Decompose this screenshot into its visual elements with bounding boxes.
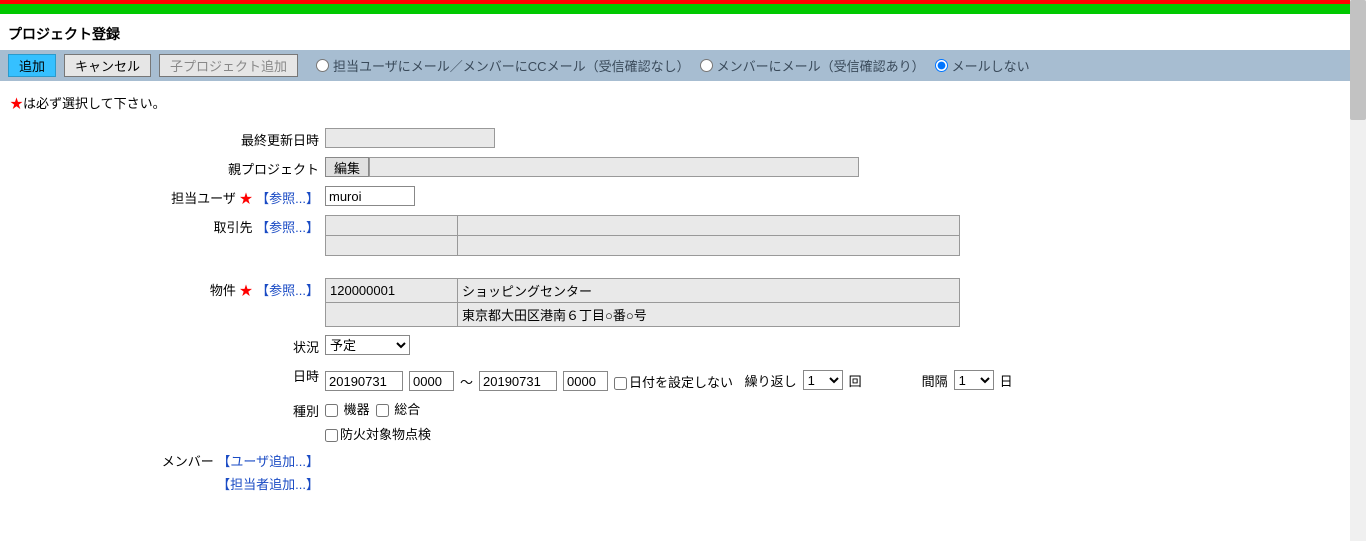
cancel-button[interactable]: キャンセル — [64, 54, 151, 77]
datetime-line1: ～ 日付を設定しない — [325, 371, 733, 391]
type-label-2: 防火対象物点検 — [340, 427, 431, 442]
label-property: 物件 — [210, 283, 236, 298]
type-2[interactable]: 防火対象物点検 — [325, 427, 431, 442]
date-not-set-text: 日付を設定しない — [629, 375, 733, 390]
label-client: 取引先 — [214, 220, 253, 235]
property-name: ショッピングセンター — [458, 279, 960, 303]
label-interval: 間隔 — [868, 371, 948, 390]
page-title: プロジェクト登録 — [0, 14, 1366, 50]
mail-option-0[interactable]: 担当ユーザにメール／メンバーにCCメール（受信確認なし） — [310, 56, 690, 75]
last-update-value — [325, 128, 495, 148]
date-not-set-checkbox[interactable] — [614, 377, 627, 390]
mail-label-1: メンバーにメール（受信確認あり） — [717, 56, 925, 75]
row-property: 物件 ★ 【参照...】 120000001ショッピングセンター 東京都大田区港… — [0, 274, 1366, 331]
property-required: ★ — [240, 283, 253, 298]
type-0[interactable]: 機器 — [325, 399, 370, 418]
label-repeat: 繰り返し — [737, 371, 797, 390]
interval-select[interactable]: 1 — [954, 370, 994, 390]
client-name — [458, 216, 960, 236]
date-from-input[interactable] — [325, 371, 403, 391]
label-last-update: 最終更新日時 — [241, 133, 319, 148]
label-parent-project: 親プロジェクト — [228, 162, 319, 177]
row-client: 取引先 【参照...】 — [0, 211, 1366, 260]
type-label-1: 総合 — [394, 402, 420, 417]
property-ref-link[interactable]: 【参照...】 — [256, 283, 319, 298]
row-type: 種別 機器 総合 防火対象物点検 — [0, 395, 1366, 447]
label-type: 種別 — [293, 404, 319, 419]
mail-radio-1[interactable] — [700, 59, 713, 72]
status-select[interactable]: 予定 — [325, 335, 410, 355]
datetime-line2: 繰り返し 1 回 間隔 1 日 — [737, 370, 1013, 390]
required-note: ★は必ず選択して下さい。 — [0, 81, 1366, 120]
row-member: メンバー 【ユーザ追加...】 — [0, 447, 1366, 474]
scrollbar-track[interactable] — [1350, 0, 1366, 541]
mail-option-2[interactable]: メールしない — [929, 56, 1030, 75]
row-parent-project: 親プロジェクト 編集 — [0, 153, 1366, 182]
label-assigned-user: 担当ユーザ — [171, 191, 236, 206]
member-user-add-link[interactable]: 【ユーザ追加...】 — [217, 454, 319, 469]
row-last-update: 最終更新日時 — [0, 124, 1366, 153]
add-button[interactable]: 追加 — [8, 54, 56, 77]
repeat-select[interactable]: 1 — [803, 370, 843, 390]
mail-options: 担当ユーザにメール／メンバーにCCメール（受信確認なし） メンバーにメール（受信… — [310, 56, 1030, 75]
time-to-input[interactable] — [563, 371, 608, 391]
mail-option-1[interactable]: メンバーにメール（受信確認あり） — [694, 56, 925, 75]
client-table — [325, 215, 960, 256]
assigned-user-required: ★ — [240, 191, 253, 206]
time-from-input[interactable] — [409, 371, 454, 391]
datetime-tilde: ～ — [460, 372, 473, 391]
row-member-2: 【担当者追加...】 — [0, 474, 1366, 497]
property-table: 120000001ショッピングセンター 東京都大田区港南６丁目○番○号 — [325, 278, 960, 327]
interval-unit: 日 — [1000, 371, 1013, 390]
mail-label-2: メールしない — [952, 56, 1030, 75]
mail-label-0: 担当ユーザにメール／メンバーにCCメール（受信確認なし） — [333, 56, 690, 75]
property-code: 120000001 — [326, 279, 458, 303]
assigned-user-ref-link[interactable]: 【参照...】 — [256, 191, 319, 206]
form: 最終更新日時 親プロジェクト 編集 担当ユーザ ★ 【参照...】 取引先 【参… — [0, 120, 1366, 517]
row-datetime: 日時 ～ 日付を設定しない 繰り返し 1 回 間隔 1 日 — [0, 360, 1366, 395]
label-member: メンバー — [162, 454, 214, 469]
date-not-set-label[interactable]: 日付を設定しない — [614, 372, 733, 391]
property-blank — [326, 303, 458, 327]
row-assigned-user: 担当ユーザ ★ 【参照...】 — [0, 182, 1366, 211]
date-to-input[interactable] — [479, 371, 557, 391]
mail-radio-0[interactable] — [316, 59, 329, 72]
parent-project-edit-button[interactable]: 編集 — [325, 157, 369, 177]
client-code — [326, 216, 458, 236]
type-checkbox-1[interactable] — [376, 404, 389, 417]
row-status: 状況 予定 — [0, 331, 1366, 360]
member-tanto-add-link[interactable]: 【担当者追加...】 — [217, 477, 319, 492]
type-1[interactable]: 総合 — [376, 399, 421, 418]
client-blank — [326, 236, 458, 256]
add-child-project-button[interactable]: 子プロジェクト追加 — [159, 54, 298, 77]
mail-radio-2[interactable] — [935, 59, 948, 72]
label-status: 状況 — [293, 340, 319, 355]
parent-project-value — [369, 157, 859, 177]
assigned-user-input[interactable] — [325, 186, 415, 206]
property-addr: 東京都大田区港南６丁目○番○号 — [458, 303, 960, 327]
client-ref-link[interactable]: 【参照...】 — [256, 220, 319, 235]
required-text: は必ず選択して下さい。 — [23, 96, 166, 111]
required-star: ★ — [10, 96, 23, 111]
type-checkbox-0[interactable] — [325, 404, 338, 417]
type-checkbox-2[interactable] — [325, 429, 338, 442]
type-line1: 機器 総合 — [325, 399, 420, 418]
repeat-unit: 回 — [849, 371, 862, 390]
type-label-0: 機器 — [344, 402, 370, 417]
type-line2: 防火対象物点検 — [325, 424, 1366, 443]
client-addr — [458, 236, 960, 256]
top-green-bar — [0, 4, 1366, 14]
toolbar: 追加 キャンセル 子プロジェクト追加 担当ユーザにメール／メンバーにCCメール（… — [0, 50, 1366, 81]
scrollbar-thumb[interactable] — [1350, 0, 1366, 120]
label-datetime: 日時 — [293, 369, 319, 384]
